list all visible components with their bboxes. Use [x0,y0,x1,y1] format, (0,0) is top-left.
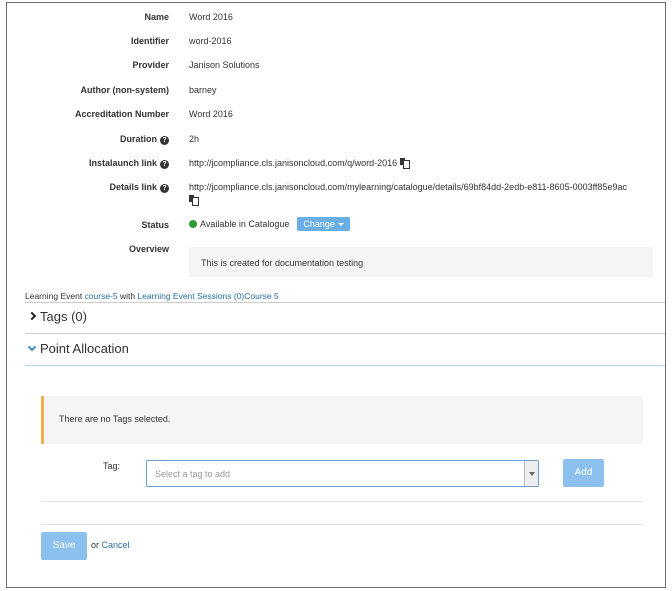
no-tags-alert: There are no Tags selected. [41,396,643,444]
property-label: Details link [109,182,157,192]
divider [25,365,665,366]
overview-text: This is created for documentation testin… [201,258,364,268]
status-value: Available in Catalogue Change [189,217,350,231]
point-allocation-title: Point Allocation [40,341,129,356]
property-label: Duration [120,134,157,144]
chevron-right-icon [27,311,37,321]
property-label: Accreditation Number [74,109,169,119]
change-label: Change [303,219,335,229]
question-circle-icon[interactable]: ? [160,136,169,145]
divider [41,501,643,502]
property-label-wrap: Duration? [120,134,169,145]
course-link[interactable]: course-5 [85,291,118,301]
property-label: Instalaunch link [88,158,157,168]
tag-select-placeholder: Select a tag to add [155,469,231,479]
clipboard-copy-icon[interactable] [189,195,199,206]
or-cancel: or Cancel [91,540,130,550]
save-button[interactable]: Save [41,532,87,560]
copy-wrap [186,195,199,206]
property-value: Word 2016 [189,109,233,119]
property-label: Identifier [130,36,169,46]
status-text: Available in Catalogue [200,219,290,229]
tag-label: Tag: [103,461,121,471]
question-circle-icon[interactable]: ? [160,184,169,193]
property-label-wrap: Instalaunch link? [89,158,169,169]
course-details-panel: Name Word 2016 Identifier word-2016 Prov… [6,2,666,588]
learning-event-prefix: Learning Event [25,291,85,301]
property-value: Janison Solutions [189,60,260,70]
tags-accordion-header[interactable]: Tags (0) [27,309,87,324]
alert-message: There are no Tags selected. [59,414,171,424]
sessions-link[interactable]: Learning Event Sessions (0) [137,291,244,301]
add-tag-button[interactable]: Add [563,459,604,487]
clipboard-copy-icon[interactable] [400,158,411,169]
learning-event-middle: with [117,291,138,301]
overview-box: This is created for documentation testin… [189,247,653,277]
property-value: http://jcompliance.cls.janisoncloud.com/… [189,182,627,192]
point-allocation-accordion-header[interactable]: Point Allocation [27,341,129,356]
caret-down-icon [337,223,344,226]
divider [25,302,665,303]
cancel-link[interactable]: Cancel [102,540,130,550]
instalaunch-link: http://jcompliance.cls.janisoncloud.com/… [189,158,398,168]
property-label: Status [141,220,169,230]
chevron-down-icon [27,342,37,352]
dropdown-arrow-icon[interactable] [524,461,538,486]
green-dot-icon [189,220,197,228]
divider [41,524,643,525]
property-value-wrap: http://jcompliance.cls.janisoncloud.com/… [189,158,411,169]
property-label: Name [144,12,169,22]
learning-event-line: Learning Event course-5 with Learning Ev… [25,291,279,301]
property-value: Word 2016 [189,12,233,22]
course-name-link[interactable]: Course 5 [244,291,279,301]
property-value: 2h [189,134,200,144]
property-value: word-2016 [189,36,232,46]
property-label: Overview [128,244,169,254]
question-circle-icon[interactable]: ? [160,160,169,169]
property-label: Author (non-system) [80,85,170,95]
tag-select[interactable]: Select a tag to add [146,460,539,487]
property-label-wrap: Details link? [109,182,169,193]
property-value: barney [189,85,217,95]
property-label: Provider [132,60,169,70]
divider [25,333,665,334]
tags-title: Tags (0) [40,309,87,324]
change-status-button[interactable]: Change [297,217,350,231]
or-text: or [91,540,100,550]
